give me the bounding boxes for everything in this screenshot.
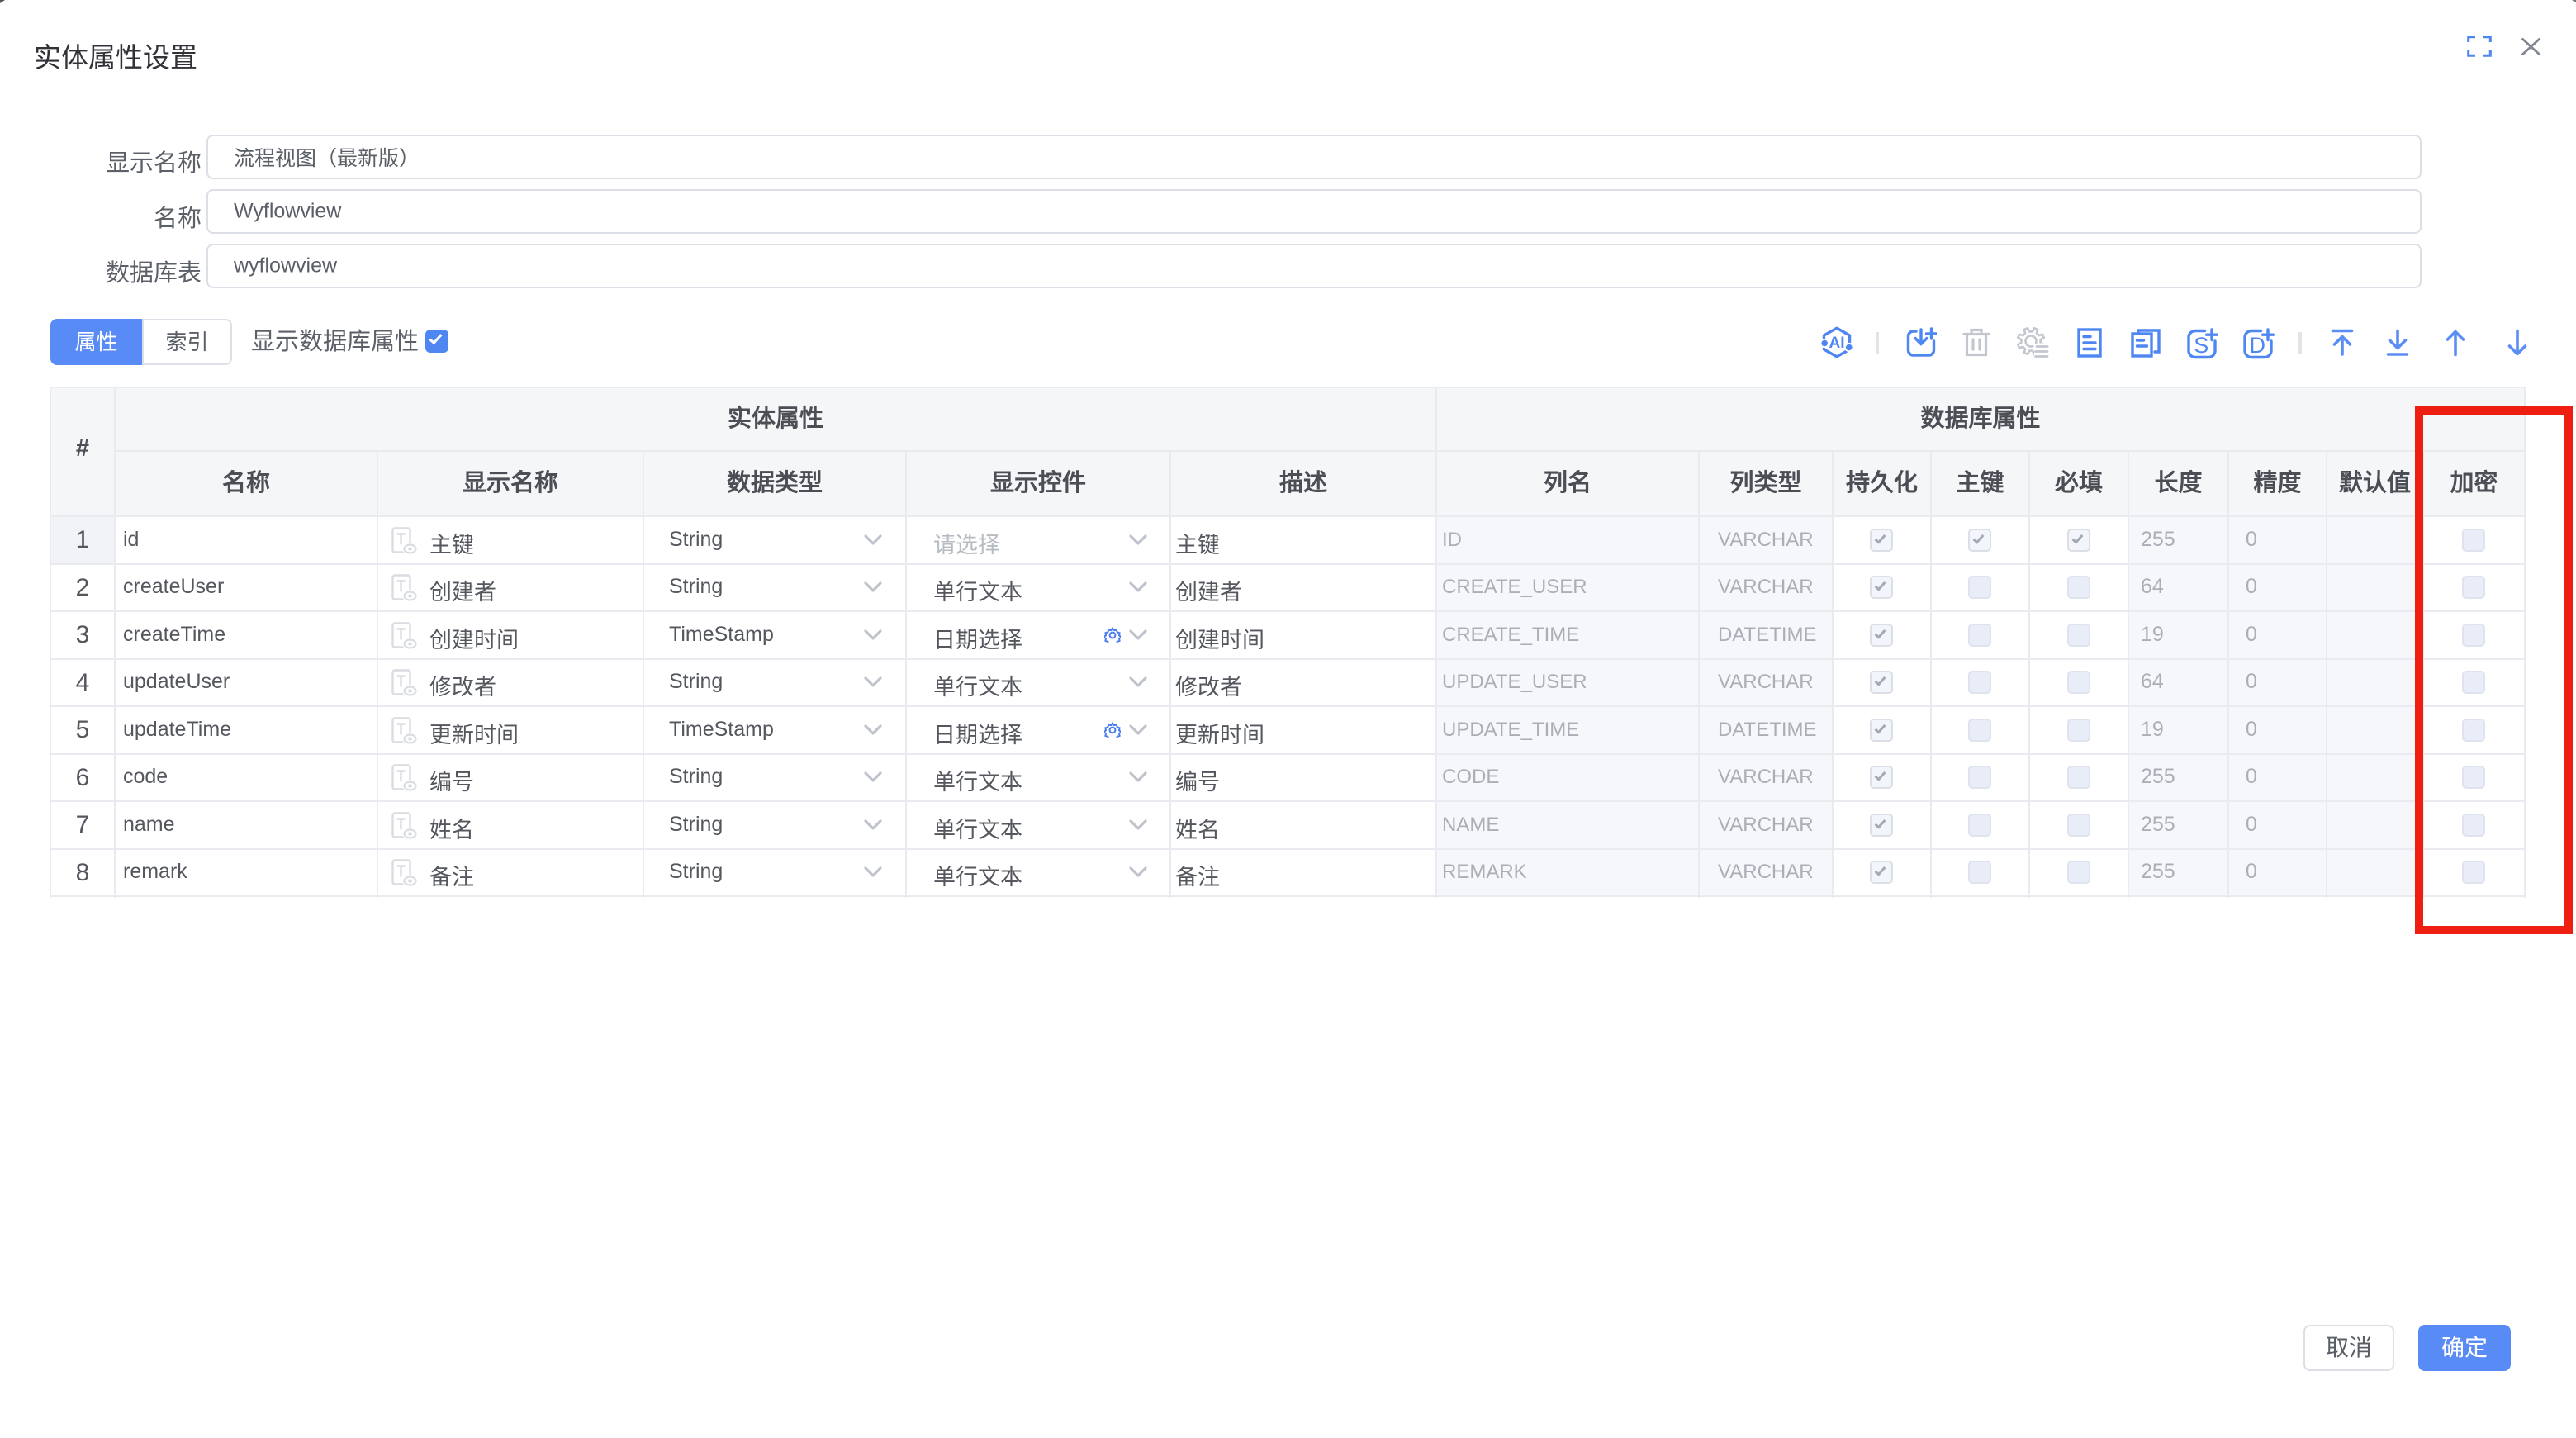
svg-text:D: D — [2249, 333, 2265, 358]
svg-text:AI: AI — [1829, 335, 1845, 352]
svg-text:S: S — [2194, 333, 2208, 358]
